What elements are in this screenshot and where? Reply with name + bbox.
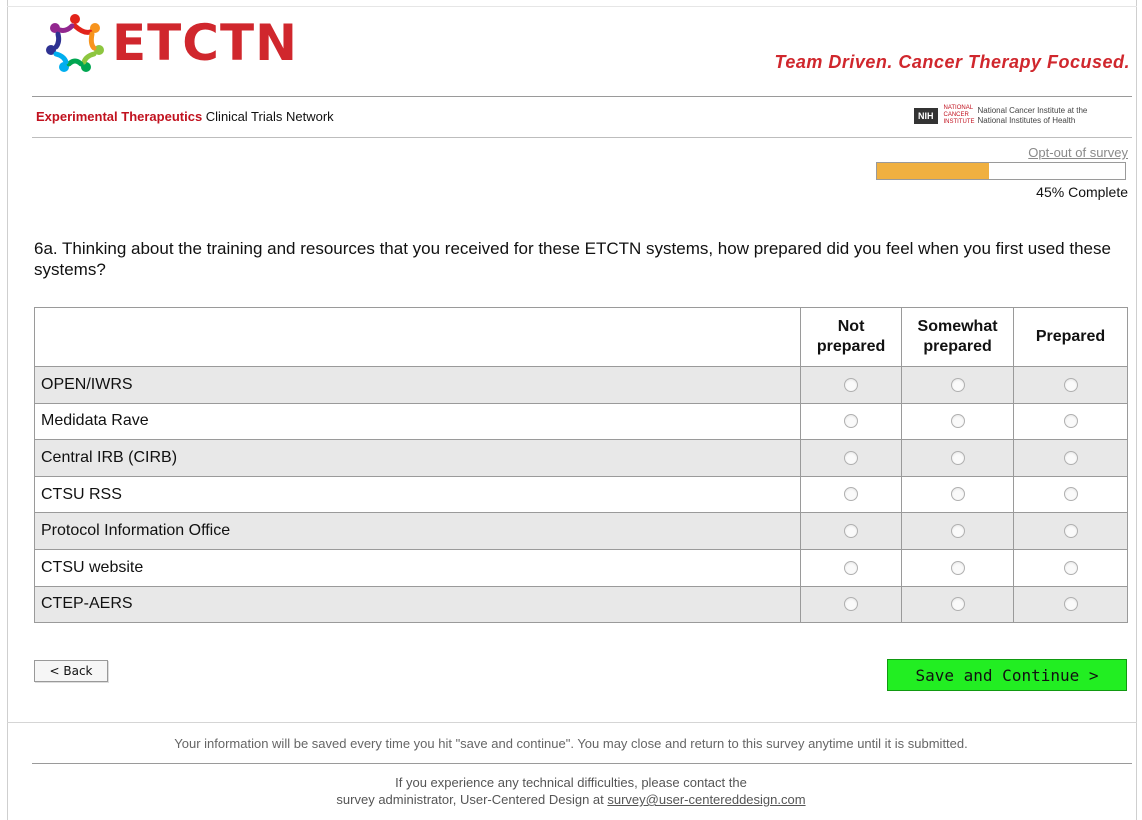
grid-row: Central IRB (CIRB) (33, 439, 1128, 477)
radio-cell (1013, 366, 1128, 404)
radio-cell (1013, 512, 1128, 550)
radio-somewhat-prepared[interactable] (950, 560, 965, 575)
radio-not-prepared[interactable] (844, 560, 859, 575)
radio-prepared[interactable] (1063, 597, 1078, 612)
nih-nci-badge: NIH NATIONAL CANCER INSTITUTE National C… (914, 105, 1087, 126)
progress-text: 45% Complete (1036, 184, 1128, 200)
grid-header-blank (33, 307, 802, 367)
radio-cell (1013, 475, 1128, 514)
grid-row: Medidata Rave (33, 402, 1128, 441)
radio-somewhat-prepared[interactable] (950, 597, 965, 612)
contact-line-2: survey administrator, User-Centered Desi… (336, 792, 608, 807)
grid-row: Protocol Information Office (33, 512, 1128, 550)
footer-divider-bottom (32, 763, 1132, 764)
column-header-not-prepared: Not prepared (800, 307, 903, 367)
contact-info: If you experience any technical difficul… (0, 774, 1142, 808)
question-text: 6a. Thinking about the training and reso… (34, 239, 1111, 279)
save-and-continue-button[interactable]: Save and Continue > (887, 659, 1127, 691)
back-button[interactable]: < Back (34, 660, 108, 682)
nci-logo: NATIONAL CANCER INSTITUTE (943, 105, 975, 125)
radio-somewhat-prepared[interactable] (950, 450, 965, 465)
radio-prepared[interactable] (1063, 560, 1078, 575)
radio-cell (901, 439, 1015, 477)
page-border-right (1136, 0, 1137, 820)
opt-out-link[interactable]: Opt-out of survey (1028, 145, 1128, 160)
contact-email-link[interactable]: survey@user-centereddesign.com (607, 792, 805, 807)
radio-not-prepared[interactable] (844, 414, 859, 429)
radio-cell (800, 475, 903, 514)
column-header-prepared: Prepared (1013, 307, 1128, 367)
etctn-logo: ETCTN (44, 12, 298, 74)
footer-divider-top (7, 722, 1137, 723)
tagline: Team Driven. Cancer Therapy Focused. (774, 52, 1130, 72)
radio-prepared[interactable] (1063, 523, 1078, 538)
radio-not-prepared[interactable] (844, 377, 859, 392)
people-ring-icon (46, 14, 104, 72)
progress-bar (876, 162, 1126, 180)
header-divider (32, 96, 1132, 97)
column-header-somewhat-prepared: Somewhat prepared (901, 307, 1015, 367)
network-name-rest: Clinical Trials Network (202, 109, 334, 124)
rating-grid: Not prepared Somewhat prepared Prepared … (33, 307, 1128, 624)
radio-cell (800, 402, 903, 441)
radio-cell (1013, 439, 1128, 477)
progress-bar-fill (877, 163, 989, 179)
radio-cell (901, 512, 1015, 550)
radio-cell (800, 512, 903, 550)
radio-cell (901, 585, 1015, 624)
radio-cell (901, 548, 1015, 587)
radio-cell (1013, 548, 1128, 587)
radio-cell (901, 402, 1015, 441)
network-name-bold: Experimental Therapeutics (36, 109, 203, 124)
radio-somewhat-prepared[interactable] (950, 523, 965, 538)
nci-text: National Cancer Institute at the Nationa… (978, 106, 1088, 126)
radio-not-prepared[interactable] (844, 450, 859, 465)
radio-not-prepared[interactable] (844, 523, 859, 538)
radio-cell (901, 475, 1015, 514)
row-label: CTSU website (33, 548, 802, 587)
nci-line2: National Institutes of Health (977, 115, 1076, 125)
radio-prepared[interactable] (1063, 377, 1078, 392)
radio-somewhat-prepared[interactable] (950, 377, 965, 392)
radio-prepared[interactable] (1063, 450, 1078, 465)
radio-prepared[interactable] (1063, 487, 1078, 502)
radio-cell (800, 366, 903, 404)
row-label: OPEN/IWRS (33, 366, 802, 404)
row-label: CTSU RSS (33, 475, 802, 514)
radio-prepared[interactable] (1063, 414, 1078, 429)
grid-row: CTSU website (33, 548, 1128, 587)
network-name: Experimental Therapeutics Clinical Trial… (36, 109, 334, 124)
row-label: CTEP-AERS (33, 585, 802, 624)
radio-cell (800, 585, 903, 624)
radio-somewhat-prepared[interactable] (950, 414, 965, 429)
row-label: Medidata Rave (33, 402, 802, 441)
nih-logo: NIH (914, 107, 938, 124)
grid-header-row: Not prepared Somewhat prepared Prepared (33, 307, 1128, 367)
radio-cell (1013, 585, 1128, 624)
radio-not-prepared[interactable] (844, 487, 859, 502)
radio-cell (800, 439, 903, 477)
radio-not-prepared[interactable] (844, 597, 859, 612)
grid-row: CTEP-AERS (33, 585, 1128, 624)
logo-text: ETCTN (112, 14, 298, 72)
radio-cell (1013, 402, 1128, 441)
subheader-divider (32, 137, 1132, 138)
nci-line1: National Cancer Institute at the (977, 105, 1088, 115)
page-border-left (7, 0, 8, 820)
radio-cell (800, 548, 903, 587)
row-label: Central IRB (CIRB) (33, 439, 802, 477)
grid-row: CTSU RSS (33, 475, 1128, 514)
radio-somewhat-prepared[interactable] (950, 487, 965, 502)
top-divider (7, 6, 1137, 7)
row-label: Protocol Information Office (33, 512, 802, 550)
grid-row: OPEN/IWRS (33, 366, 1128, 404)
save-info-note: Your information will be saved every tim… (174, 736, 968, 751)
contact-line-1: If you experience any technical difficul… (395, 775, 747, 790)
radio-cell (901, 366, 1015, 404)
